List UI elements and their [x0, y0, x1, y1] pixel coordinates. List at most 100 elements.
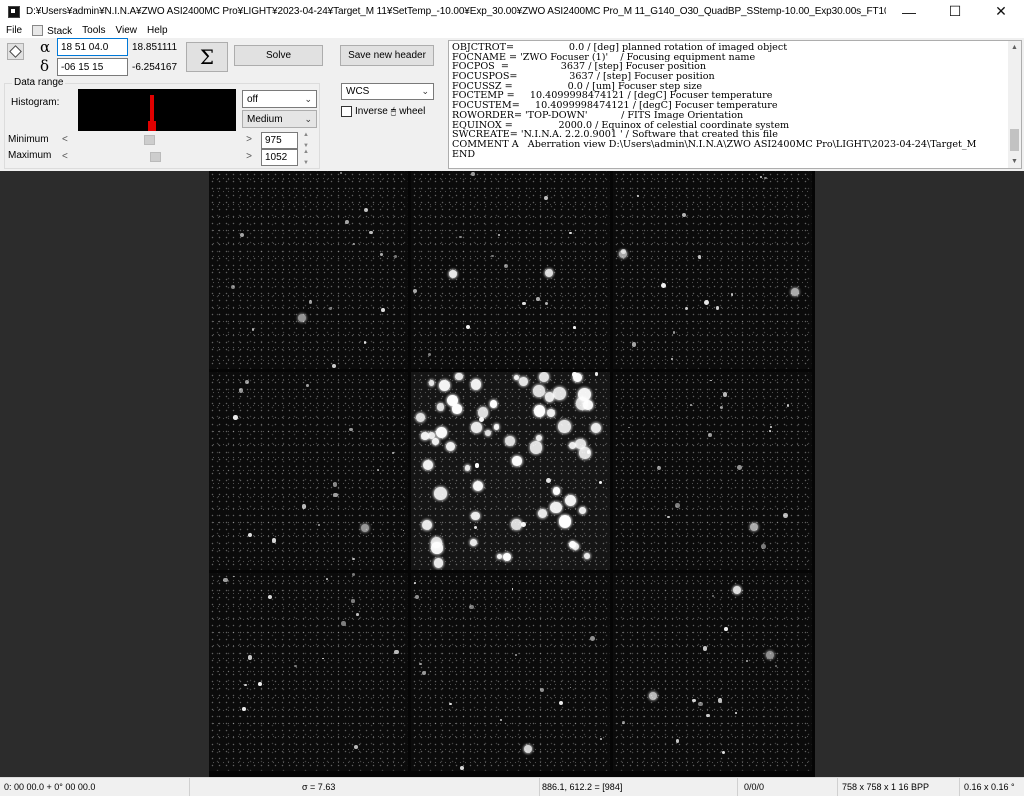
header-line: END [452, 148, 476, 160]
spin-up-icon[interactable]: ▲ [303, 149, 309, 155]
star [341, 621, 346, 626]
minimum-slider-left-arrow[interactable]: < [62, 134, 68, 145]
star [706, 713, 711, 718]
star [434, 487, 447, 500]
menu-help[interactable]: Help [147, 25, 168, 36]
maximize-button[interactable]: ☐ [932, 0, 978, 23]
minimum-spinner[interactable]: ▲ ▼ [302, 132, 310, 149]
star [598, 480, 603, 485]
header-line: COMMENT A Aberration view D:\Users\admin… [452, 138, 977, 150]
star [438, 379, 451, 392]
star [415, 595, 419, 599]
save-header-button[interactable]: Save new header [340, 45, 434, 66]
star [703, 300, 709, 306]
menu-view[interactable]: View [116, 25, 138, 36]
star [379, 252, 383, 256]
star [353, 242, 356, 245]
star [412, 288, 418, 294]
alpha-input[interactable]: 18 51 04.0 [57, 38, 128, 56]
quality-select[interactable]: Medium ⌄ [242, 110, 317, 128]
star [473, 526, 477, 530]
corner-tile [613, 372, 812, 570]
star [684, 307, 688, 311]
app-icon [8, 5, 20, 18]
histogram-label: Histogram: [11, 97, 60, 108]
inverse-checkbox[interactable] [341, 106, 352, 117]
corner-tile [411, 171, 610, 369]
star [496, 553, 503, 560]
star [702, 646, 708, 651]
fits-header-panel[interactable]: OBJCTROT= 0.0 / [deg] planned rotation o… [448, 40, 1022, 169]
minimum-slider-thumb[interactable] [144, 135, 155, 145]
maximum-label: Maximum [8, 150, 52, 161]
star [446, 442, 456, 452]
delta-input[interactable]: -06 15 15 [57, 58, 128, 76]
star [499, 719, 502, 722]
maximum-slider[interactable]: < > [62, 150, 252, 163]
star [584, 553, 591, 560]
star [325, 578, 328, 580]
scroll-down-icon[interactable]: ▼ [1008, 155, 1021, 168]
menu-file[interactable]: File [6, 25, 22, 36]
star [230, 285, 236, 290]
star [352, 557, 355, 561]
star [452, 404, 462, 414]
corner-tile [209, 171, 408, 369]
image-viewport[interactable] [0, 171, 1024, 777]
sigma-button[interactable]: Σ [186, 42, 228, 72]
star [436, 403, 445, 411]
data-range-label: Data range [12, 77, 66, 88]
star [355, 613, 359, 617]
star [521, 521, 526, 527]
position-toggle-button[interactable] [7, 43, 24, 60]
star [512, 456, 522, 466]
star [473, 480, 484, 491]
aberration-view-image[interactable] [209, 171, 815, 777]
alpha-input-text: 18 51 04.0 [61, 41, 109, 53]
star [697, 255, 702, 259]
star [572, 372, 583, 383]
star [599, 737, 602, 740]
scroll-up-icon[interactable]: ▲ [1008, 41, 1021, 54]
status-bar: 0: 00 00.0 + 0° 00 00.0 σ = 7.63 886.1, … [0, 777, 1024, 796]
star [239, 232, 245, 237]
star [579, 506, 587, 514]
star [769, 429, 771, 432]
star [736, 464, 742, 470]
star [402, 529, 405, 532]
stretch-select[interactable]: off ⌄ [242, 90, 317, 108]
maximum-slider-left-arrow[interactable]: < [62, 151, 68, 162]
minimum-field[interactable]: 975 [261, 132, 298, 149]
menu-tools[interactable]: Tools [82, 25, 105, 36]
star [484, 430, 491, 437]
solve-button[interactable]: Solve [234, 45, 323, 66]
minimum-slider-right-arrow[interactable]: > [246, 134, 252, 145]
minimum-slider[interactable]: < > [62, 133, 252, 146]
wcs-select[interactable]: WCS ⌄ [341, 83, 434, 100]
star [247, 654, 253, 660]
maximum-spinner[interactable]: ▲ ▼ [302, 149, 310, 166]
maximum-slider-thumb[interactable] [150, 152, 161, 162]
inverse-wheel-option[interactable]: Inverse 🖱 wheel [341, 106, 425, 117]
star [619, 249, 628, 258]
star [621, 721, 625, 725]
minimize-button[interactable]: — [886, 0, 932, 23]
star [690, 404, 692, 406]
star [589, 636, 595, 641]
star [494, 424, 500, 430]
star [431, 542, 443, 554]
header-scrollbar[interactable]: ▲ ▼ [1008, 41, 1021, 168]
star [692, 698, 696, 702]
menu-stack[interactable]: Stack [32, 24, 72, 37]
stack-icon [32, 24, 44, 36]
status-pixel-value: 886.1, 612.2 = [984] [538, 778, 738, 796]
star [433, 558, 444, 569]
scroll-thumb[interactable] [1010, 129, 1019, 151]
maximum-field[interactable]: 1052 [261, 149, 298, 166]
star [377, 469, 380, 471]
star [471, 172, 475, 176]
spin-down-icon[interactable]: ▼ [303, 160, 309, 166]
close-button[interactable]: ✕ [978, 0, 1024, 23]
spin-up-icon[interactable]: ▲ [303, 132, 309, 138]
maximum-slider-right-arrow[interactable]: > [246, 151, 252, 162]
